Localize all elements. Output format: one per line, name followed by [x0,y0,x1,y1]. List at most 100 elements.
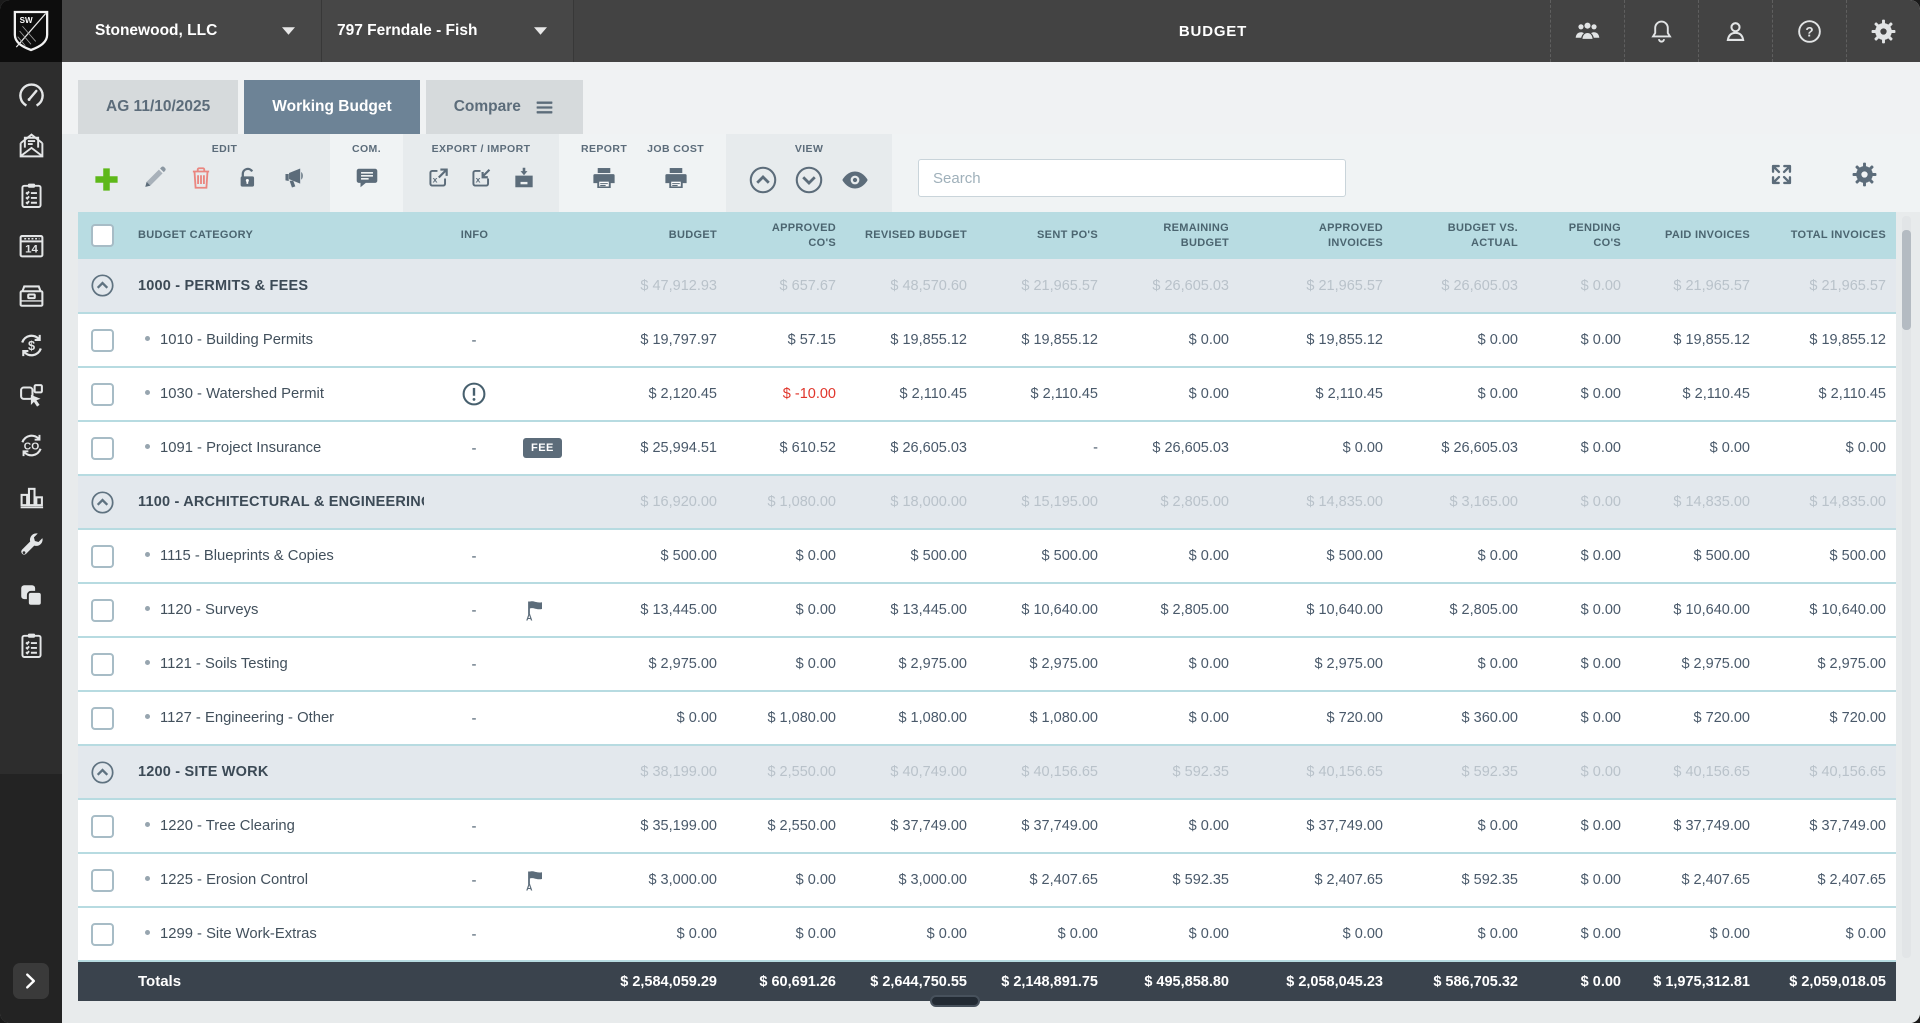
sidebar-item-budget[interactable]: $ [0,320,62,370]
column-header[interactable]: APPROVED INVOICES [1239,212,1393,259]
column-header[interactable]: BUDGET [579,212,727,259]
row-checkbox[interactable] [91,869,114,892]
collapse-all-button[interactable] [748,165,778,195]
collapse-group-button[interactable] [90,490,115,515]
row-checkbox[interactable] [91,329,114,352]
row-checkbox[interactable] [91,653,114,676]
sidebar-item-schedule[interactable]: 14 [0,220,62,270]
budget-value-cell: $ 720.00 [1239,691,1393,745]
comments-button[interactable] [354,165,380,191]
bottom-drag-handle[interactable] [930,995,980,1007]
budget-value-cell: $ 2,407.65 [977,853,1108,907]
add-row-button[interactable] [92,165,121,194]
budget-item-row: 1220 - Tree Clearing-$ 35,199.00$ 2,550.… [78,799,1896,853]
sidebar-item-punch-list[interactable] [0,620,62,670]
budget-category-label[interactable]: 1225 - Erosion Control [160,872,308,888]
tab-ag-11-10-2025[interactable]: AG 11/10/2025 [78,80,238,134]
change-orders-icon: CO [17,431,46,460]
budget-category-label[interactable]: 1127 - Engineering - Other [160,710,334,726]
row-checkbox[interactable] [91,923,114,946]
fullscreen-button[interactable] [1768,161,1795,188]
sidebar-item-files[interactable] [0,270,62,320]
column-header[interactable]: REVISED BUDGET [846,212,977,259]
notifications-bell-button[interactable] [1624,0,1698,62]
warning-icon[interactable] [461,381,487,407]
project-selector[interactable]: 797 Ferndale - Fish [322,0,574,62]
budget-item-row: 1030 - Watershed Permit$ 2,120.45$ -10.0… [78,367,1896,421]
sidebar-item-change-orders[interactable]: CO [0,420,62,470]
budget-value-cell: $ 26,605.03 [1393,421,1528,475]
sidebar-item-templates[interactable] [0,570,62,620]
budget-category-label[interactable]: 1030 - Watershed Permit [160,386,324,402]
sidebar-item-daily-logs[interactable] [0,170,62,220]
job-cost-print-button[interactable] [663,165,689,191]
help-button[interactable]: ? [1772,0,1846,62]
sidebar-item-messages[interactable] [0,120,62,170]
budget-value-cell: $ 0.00 [1528,367,1631,421]
totals-row: Totals$ 2,584,059.29$ 60,691.26$ 2,644,7… [78,961,1896,1001]
budget-value-cell: $ 500.00 [579,529,727,583]
budget-value-cell: $ 0.00 [727,853,846,907]
import-button[interactable]: x [468,165,494,191]
edit-pencil-button[interactable] [141,165,167,191]
column-header[interactable]: APPROVED CO'S [727,212,846,259]
budget-category-label[interactable]: 1220 - Tree Clearing [160,818,295,834]
tab-working-budget[interactable]: Working Budget [244,80,419,134]
budget-value-cell: $ 0.00 [1528,853,1631,907]
row-checkbox[interactable] [91,545,114,568]
budget-value-cell: $ 2,975.00 [846,637,977,691]
column-header[interactable]: BUDGET VS. ACTUAL [1393,212,1528,259]
budget-category-label[interactable]: 1120 - Surveys [160,602,258,618]
select-all-checkbox[interactable] [91,224,114,247]
table-settings-button[interactable] [1851,161,1878,188]
column-header[interactable]: BUDGET CATEGORY [126,212,424,259]
report-print-button[interactable] [591,165,617,191]
settings-gear-button[interactable] [1846,0,1920,62]
scrollbar-thumb[interactable] [1902,230,1911,330]
visibility-button[interactable] [840,165,870,195]
sidebar-item-reports[interactable] [0,470,62,520]
budget-category-label[interactable]: 1115 - Blueprints & Copies [160,548,334,564]
column-header[interactable]: TOTAL INVOICES [1760,212,1896,259]
vertical-scrollbar[interactable] [1902,216,1911,958]
profile-button[interactable] [1698,0,1772,62]
expand-all-button[interactable] [794,165,824,195]
sidebar-item-tools[interactable] [0,520,62,570]
budget-value-cell: $ 592.35 [1393,745,1528,799]
budget-category-label[interactable]: 1299 - Site Work-Extras [160,926,317,942]
company-selector[interactable]: Stonewood, LLC [62,0,322,62]
collapse-group-button[interactable] [90,760,115,785]
app-logo[interactable]: SW [0,0,62,62]
row-checkbox[interactable] [91,707,114,730]
column-header[interactable]: PAID INVOICES [1631,212,1760,259]
sidebar-expand-button[interactable] [13,963,49,999]
announce-button[interactable] [282,165,308,191]
daily-logs-icon [17,181,46,210]
column-header[interactable]: REMAINING BUDGET [1108,212,1239,259]
sidebar-item-dashboard[interactable] [0,70,62,120]
column-header[interactable]: SENT PO'S [977,212,1108,259]
row-checkbox[interactable] [91,383,114,406]
column-header[interactable]: PENDING CO'S [1528,212,1631,259]
column-header[interactable]: INFO [424,212,579,259]
hamburger-menu-icon[interactable] [534,97,555,118]
save-template-button[interactable] [511,165,537,191]
budget-category-label[interactable]: 1091 - Project Insurance [160,440,321,456]
row-checkbox[interactable] [91,599,114,622]
export-button[interactable]: x [425,165,451,191]
budget-category-label[interactable]: 1121 - Soils Testing [160,656,288,672]
collapse-group-button[interactable] [90,273,115,298]
search-input[interactable] [918,159,1346,197]
sidebar-item-selections[interactable] [0,370,62,420]
budget-value-cell: $ 19,797.97 [579,313,727,367]
svg-text:14: 14 [25,243,38,255]
row-checkbox[interactable] [91,815,114,838]
delete-button[interactable] [188,165,214,191]
users-button[interactable] [1550,0,1624,62]
row-checkbox[interactable] [91,437,114,460]
unlock-button[interactable] [235,165,261,191]
info-dash: - [472,710,477,727]
tab-compare[interactable]: Compare [426,80,583,134]
budget-value-cell: $ 720.00 [1760,691,1896,745]
budget-category-label[interactable]: 1010 - Building Permits [160,332,313,348]
